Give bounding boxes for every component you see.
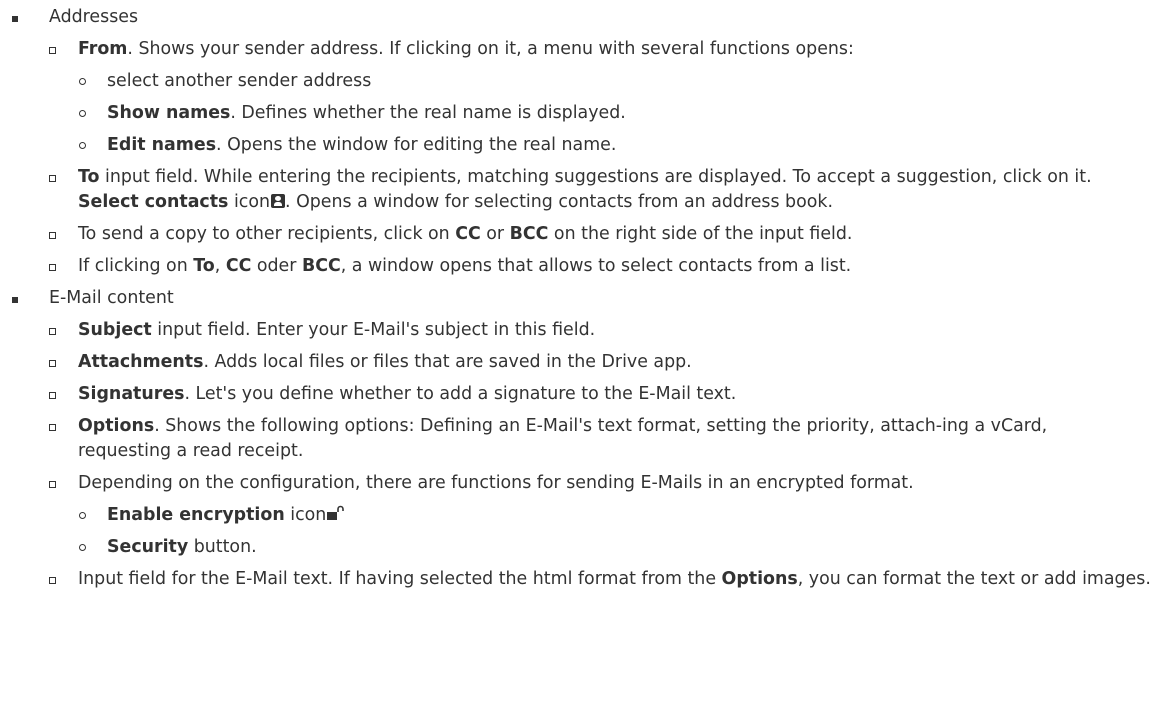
- unlock-icon: [327, 505, 345, 520]
- edit-names-term: Edit names: [107, 135, 217, 155]
- options-term-2: Options: [721, 569, 798, 589]
- top-list: Addresses From. Shows your sender addres…: [0, 0, 1151, 592]
- select-contacts-description: Select contacts icon. Opens a window for…: [78, 192, 833, 212]
- list-item-to: To input field. While entering the recip…: [49, 165, 1151, 215]
- from-description: From. Shows your sender address. If clic…: [78, 39, 854, 59]
- list-item-signatures: Signatures. Let's you define whether to …: [49, 382, 1151, 407]
- from-term: From: [78, 39, 128, 59]
- signatures-term: Signatures: [78, 384, 185, 404]
- list-item-security: Security button.: [78, 535, 1151, 560]
- list-item-content: E-Mail content Subject input field. Ente…: [0, 286, 1151, 592]
- enable-encryption-term: Enable encryption: [107, 505, 285, 525]
- list-item-from: From. Shows your sender address. If clic…: [49, 37, 1151, 158]
- to-term: To: [78, 167, 100, 187]
- list-item-encryption: Depending on the configuration, there ar…: [49, 471, 1151, 560]
- list-item-addresses: Addresses From. Shows your sender addres…: [0, 5, 1151, 279]
- list-item-options: Options. Shows the following options: De…: [49, 414, 1125, 464]
- address-book-icon: [271, 194, 286, 208]
- list-item-to-cc-bcc: If clicking on To, CC oder BCC, a window…: [49, 254, 1151, 279]
- options-term: Options: [78, 416, 155, 436]
- document: Addresses From. Shows your sender addres…: [0, 0, 1151, 724]
- list-item-enable-encryption: Enable encryption icon: [78, 503, 1151, 528]
- list-item-edit-names: Edit names. Opens the window for editing…: [78, 133, 1151, 158]
- section-label-content: E-Mail content: [49, 288, 174, 308]
- addresses-list: From. Shows your sender address. If clic…: [49, 37, 1151, 279]
- list-item-input-field: Input field for the E-Mail text. If havi…: [49, 567, 1151, 592]
- list-item-select-other: select another sender address: [78, 69, 1151, 94]
- show-names-term: Show names: [107, 103, 231, 123]
- list-item-cc-bcc: To send a copy to other recipients, clic…: [49, 222, 1151, 247]
- select-contacts-term: Select contacts: [78, 192, 229, 212]
- attachments-term: Attachments: [78, 352, 204, 372]
- to-term-2: To: [193, 256, 215, 276]
- list-item-subject: Subject input field. Enter your E-Mail's…: [49, 318, 1151, 343]
- list-item-show-names: Show names. Defines whether the real nam…: [78, 101, 1151, 126]
- subject-term: Subject: [78, 320, 152, 340]
- cc-term-2: CC: [225, 256, 252, 276]
- security-term: Security: [107, 537, 189, 557]
- section-label-addresses: Addresses: [49, 7, 139, 27]
- content-list: Subject input field. Enter your E-Mail's…: [49, 318, 1151, 592]
- cc-term: CC: [455, 224, 481, 244]
- bcc-term: BCC: [509, 224, 549, 244]
- to-description: To input field. While entering the recip…: [78, 167, 1092, 187]
- encryption-sublist: Enable encryption icon Security button.: [78, 503, 1151, 560]
- list-item-attachments: Attachments. Adds local files or files t…: [49, 350, 1151, 375]
- from-sublist: select another sender address Show names…: [78, 69, 1151, 158]
- bcc-term-2: BCC: [301, 256, 341, 276]
